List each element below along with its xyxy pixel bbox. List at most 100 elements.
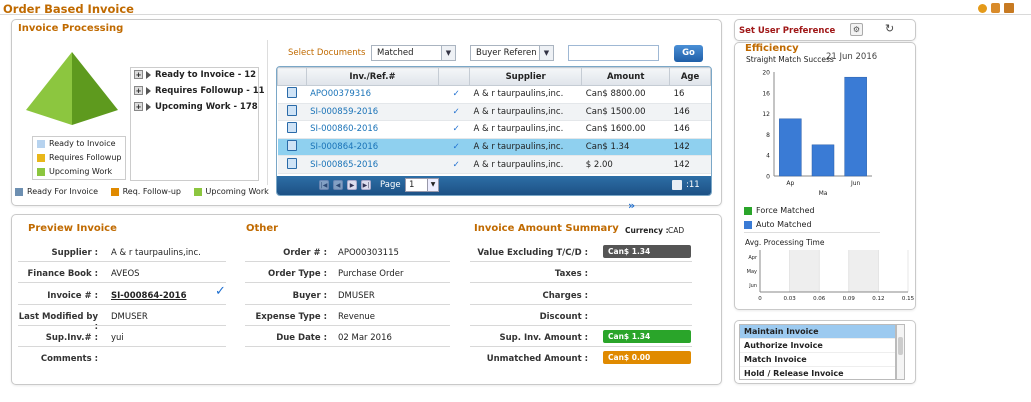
legend-swatch [744,206,752,215]
action-hold-release-invoice[interactable]: Hold / Release Invoice [740,367,895,379]
divider [744,232,880,233]
action-maintain-invoice[interactable]: Maintain Invoice [740,325,895,339]
preview-title: Preview Invoice [28,223,117,234]
expand-icon[interactable]: + [134,86,143,95]
divider [470,282,692,283]
supplier-cell: A & r taurpaulins,inc. [469,155,582,174]
supplier-invoice-value: yui [111,333,124,343]
user-icon[interactable] [991,3,1000,13]
currency-value: CAD [668,226,685,235]
legend-label: Upcoming Work [205,187,269,196]
document-icon[interactable] [286,104,297,116]
document-icon[interactable] [286,87,297,99]
page-select[interactable]: 1 ▼ [405,178,439,192]
set-user-preference-link[interactable]: Set User Preference [739,26,835,36]
refresh-icon[interactable] [978,4,987,13]
bar [811,144,835,177]
invoice-ref-link[interactable]: APO00379316 [306,85,439,104]
tree-item-ready[interactable]: + Ready to Invoice - 12 [134,70,256,80]
supplier-cell: A & r taurpaulins,inc. [469,85,582,104]
legend-swatch [110,187,119,196]
value-excluding-badge: Can$ 1.34 [603,245,691,258]
bar [779,118,802,177]
tree-item-label: Requires Followup - 11 [155,86,265,96]
grid-view-icon[interactable] [672,180,682,190]
divider [470,346,692,347]
amount-cell: Can$ 8800.00 [581,85,670,104]
x-tick-label: 0 [758,296,762,302]
supplier-label: Supplier : [51,248,98,258]
expand-icon[interactable]: + [134,102,143,111]
document-icon[interactable] [286,122,297,134]
legend-swatch [15,187,23,196]
document-icon[interactable] [286,157,297,169]
divider [470,325,692,326]
invoice-ref-link[interactable]: SI-000860-2016 [306,120,439,139]
legend-swatch [37,139,45,148]
divider [18,261,226,262]
tree-item-followup[interactable]: + Requires Followup - 11 [134,86,265,96]
x-tick-label: 0.09 [843,296,856,302]
table-row[interactable]: SI-000865-2016 ✓ A & r taurpaulins,inc. … [277,155,711,174]
hierarchy-icon[interactable] [1004,3,1014,13]
column-header-age[interactable]: Age [669,67,711,86]
grid-band [789,250,820,292]
tree-item-upcoming[interactable]: + Upcoming Work - 178 [134,102,258,112]
column-header-amount[interactable]: Amount [581,67,671,86]
title-divider [0,14,1031,15]
invoice-number-link[interactable]: SI-000864-2016 [111,291,186,301]
supplier-invoice-amount-badge: Can$ 1.34 [603,330,691,343]
prev-page-icon[interactable]: ◀ [333,180,343,190]
invoice-ref-link[interactable]: SI-000859-2016 [306,103,439,122]
table-row[interactable]: SI-000860-2016 ✓ A & r taurpaulins,inc. … [277,120,711,139]
x-tick-label: Ma [819,190,828,197]
comments-label: Comments : [40,354,98,364]
scrollbar-thumb[interactable] [898,337,903,355]
reference-type-select[interactable]: Buyer Referen ▼ [470,45,554,61]
legend-label: Req. Follow-up [122,187,181,196]
y-tick-label: 20 [762,70,770,77]
action-match-invoice[interactable]: Match Invoice [740,353,895,367]
value-excluding-label: Value Excluding T/C/D : [477,248,588,258]
age-cell: 16 [669,85,711,104]
divider [245,261,450,262]
search-input[interactable] [568,45,659,61]
user-settings-icon[interactable]: ⚙ [850,23,863,36]
status-select[interactable]: Matched ▼ [371,45,456,61]
expense-type-value: Revenue [338,312,376,322]
chevron-down-icon: ▼ [427,179,438,191]
refresh-icon[interactable]: ↻ [885,22,894,35]
supplier-invoice-amount-label: Sup. Inv. Amount : [499,333,589,343]
expand-arrows-icon[interactable]: » [628,199,635,212]
invoice-ref-link[interactable]: SI-000865-2016 [306,155,439,174]
y-tick-label: Apr [748,255,758,261]
invoice-ref-link[interactable]: SI-000864-2016 [306,138,439,157]
column-header-supplier[interactable]: Supplier [468,67,583,86]
buyer-label: Buyer : [292,291,327,301]
y-tick-label: 12 [762,111,770,118]
order-number-label: Order # : [283,248,327,258]
table-row[interactable]: SI-000859-2016 ✓ A & r taurpaulins,inc. … [277,103,711,122]
expand-icon[interactable]: + [134,70,143,79]
charges-label: Charges : [542,291,588,301]
last-page-icon[interactable]: ▶| [361,180,371,190]
go-button[interactable]: Go [674,45,703,62]
actions-scrollbar[interactable] [896,324,905,380]
amount-cell: Can$ 1.34 [581,138,670,157]
document-icon[interactable] [286,140,297,152]
last-modified-value: DMUSER [111,312,148,322]
action-authorize-invoice[interactable]: Authorize Invoice [740,339,895,353]
amount-cell: $ 2.00 [581,155,670,174]
next-page-icon[interactable]: ▶ [347,180,357,190]
unmatched-amount-badge: Can$ 0.00 [603,351,691,364]
table-row-selected[interactable]: SI-000864-2016 ✓ A & r taurpaulins,inc. … [277,138,711,157]
arrow-icon [146,70,151,79]
first-page-icon[interactable]: |◀ [319,180,329,190]
age-cell: 142 [669,138,711,157]
age-cell: 142 [669,155,711,174]
discount-label: Discount : [539,312,588,322]
age-cell: 146 [669,103,711,122]
table-row[interactable]: APO00379316 ✓ A & r taurpaulins,inc. Can… [277,85,711,104]
column-header-ref[interactable]: Inv./Ref.# [305,67,440,86]
divider [18,346,226,347]
